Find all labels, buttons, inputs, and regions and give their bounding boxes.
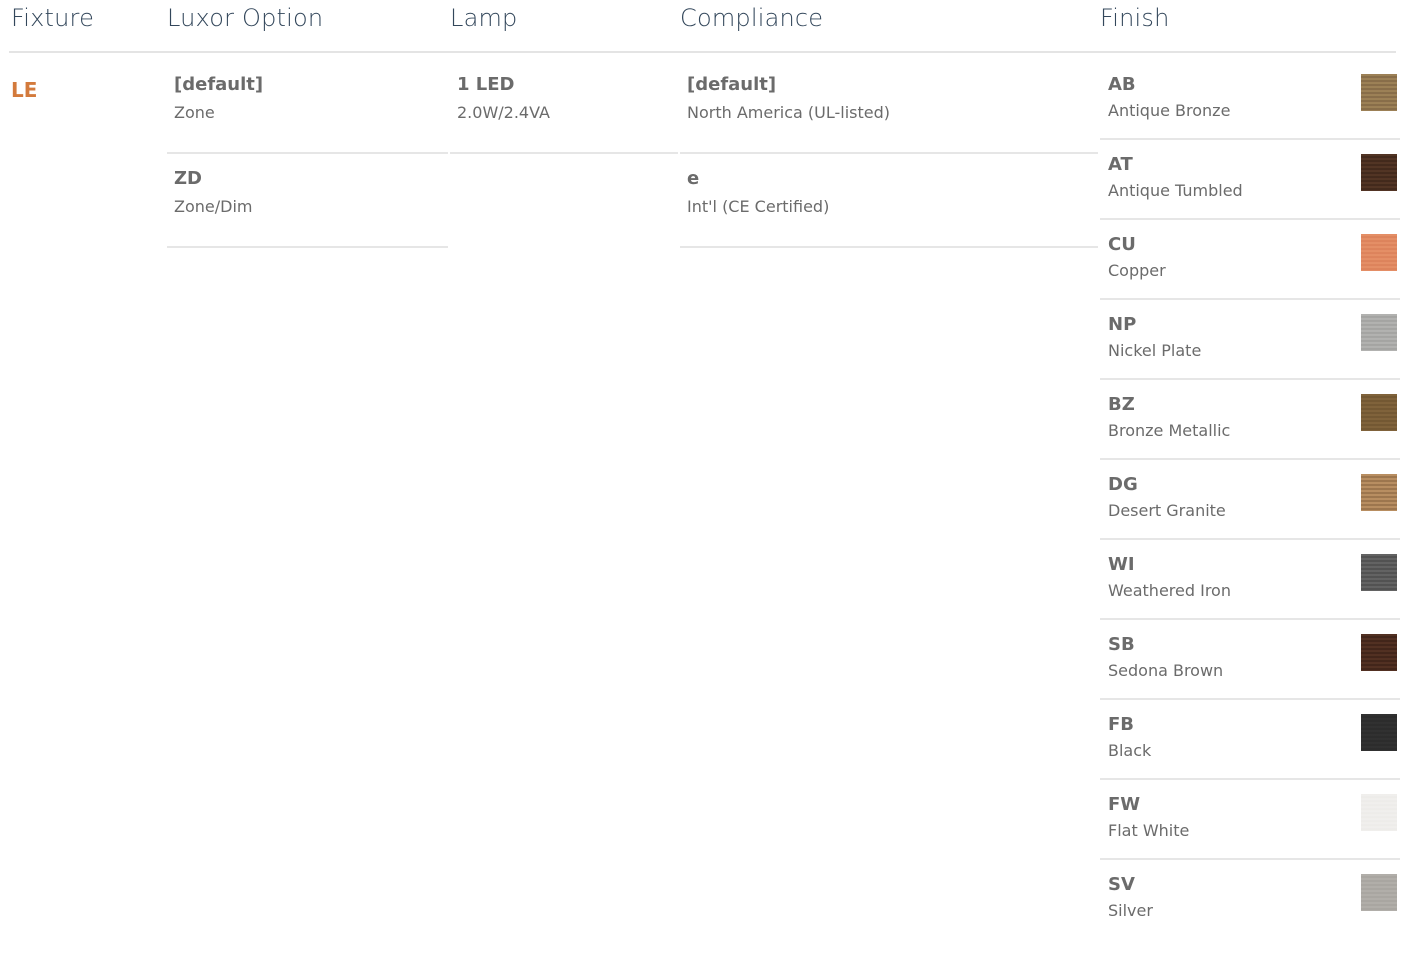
finish-code: BZ [1108,394,1135,415]
header-compliance: Compliance [680,4,824,32]
finish-option-item[interactable]: FW Flat White [1100,780,1400,860]
finish-code: AB [1108,74,1136,95]
finish-option-item[interactable]: DG Desert Granite [1100,460,1400,540]
finish-name: Copper [1108,261,1166,280]
finish-swatch [1361,474,1397,511]
option-code: [default] [174,74,264,95]
option-description: Int'l (CE Certified) [687,197,830,216]
header-fixture: Fixture [11,4,95,32]
finish-name: Silver [1108,901,1153,920]
finish-swatch [1361,794,1397,831]
finish-name: Black [1108,741,1152,760]
option-code: [default] [687,74,777,95]
lamp-option-list: 1 LED 2.0W/2.4VA [450,60,678,154]
header-finish: Finish [1100,4,1170,32]
finish-swatch [1361,874,1397,911]
finish-code: FB [1108,714,1135,735]
finish-option-item[interactable]: FB Black [1100,700,1400,780]
finish-option-item[interactable]: SB Sedona Brown [1100,620,1400,700]
finish-option-item[interactable]: AB Antique Bronze [1100,60,1400,140]
finish-option-item[interactable]: WI Weathered Iron [1100,540,1400,620]
finish-swatch [1361,234,1397,271]
finish-code: CU [1108,234,1136,255]
finish-name: Nickel Plate [1108,341,1202,360]
finish-option-item[interactable]: CU Copper [1100,220,1400,300]
finish-name: Antique Tumbled [1108,181,1243,200]
option-description: 2.0W/2.4VA [457,103,550,122]
finish-code: SB [1108,634,1135,655]
finish-option-item[interactable]: AT Antique Tumbled [1100,140,1400,220]
header-divider [9,51,1396,53]
finish-option-item[interactable]: NP Nickel Plate [1100,300,1400,380]
luxor-option-list: [default] Zone ZD Zone/Dim [167,60,448,248]
finish-name: Antique Bronze [1108,101,1231,120]
option-description: North America (UL-listed) [687,103,891,122]
option-description: Zone [174,103,215,122]
finish-code: FW [1108,794,1141,815]
compliance-option-list: [default] North America (UL-listed) e In… [680,60,1098,248]
header-luxor-option: Luxor Option [167,4,324,32]
fixture-code: LE [11,78,38,102]
finish-code: AT [1108,154,1133,175]
finish-swatch [1361,74,1397,111]
finish-option-item[interactable]: SV Silver [1100,860,1400,940]
finish-swatch [1361,314,1397,351]
finish-name: Bronze Metallic [1108,421,1231,440]
finish-name: Desert Granite [1108,501,1226,520]
option-code: 1 LED [457,74,515,95]
finish-option-list: AB Antique Bronze AT Antique Tumbled CU … [1100,60,1400,940]
finish-name: Flat White [1108,821,1190,840]
luxor-option-item[interactable]: [default] Zone [167,60,448,154]
finish-swatch [1361,154,1397,191]
option-code: ZD [174,168,202,189]
compliance-option-item[interactable]: [default] North America (UL-listed) [680,60,1098,154]
finish-name: Weathered Iron [1108,581,1231,600]
finish-swatch [1361,554,1397,591]
option-code: e [687,168,700,189]
lamp-option-item[interactable]: 1 LED 2.0W/2.4VA [450,60,678,154]
option-description: Zone/Dim [174,197,253,216]
finish-name: Sedona Brown [1108,661,1224,680]
finish-swatch [1361,714,1397,751]
finish-code: NP [1108,314,1137,335]
finish-swatch [1361,394,1397,431]
header-lamp: Lamp [450,4,518,32]
luxor-option-item[interactable]: ZD Zone/Dim [167,154,448,248]
finish-code: DG [1108,474,1138,495]
finish-option-item[interactable]: BZ Bronze Metallic [1100,380,1400,460]
finish-swatch [1361,634,1397,671]
finish-code: WI [1108,554,1135,575]
finish-code: SV [1108,874,1135,895]
compliance-option-item[interactable]: e Int'l (CE Certified) [680,154,1098,248]
